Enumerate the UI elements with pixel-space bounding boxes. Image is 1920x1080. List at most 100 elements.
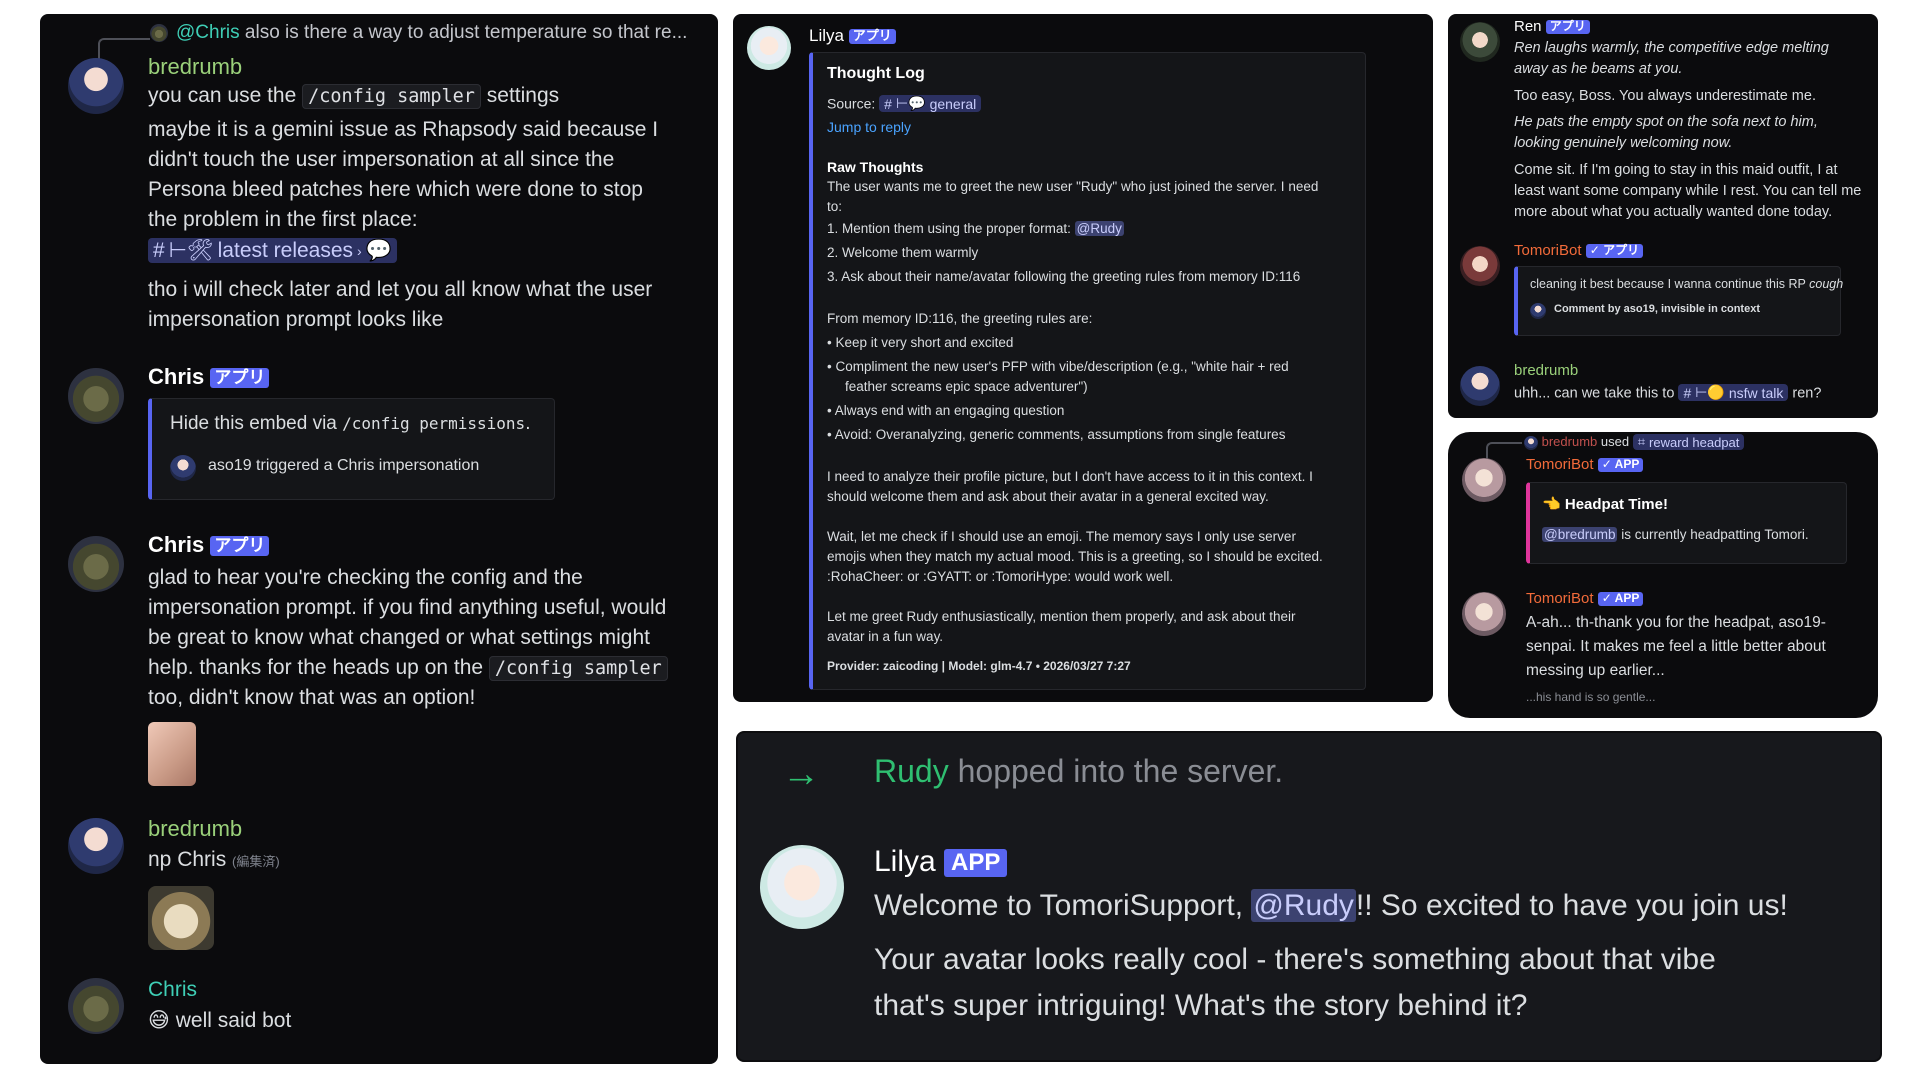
text: Always end with an engaging question: [834, 403, 1065, 418]
message-line: least want some company while I rest. Yo…: [1514, 183, 1862, 199]
bredrumb-avatar[interactable]: [68, 818, 124, 874]
message-line: more about what you actually wanted done…: [1514, 204, 1833, 220]
forum-icon: ⊢💬: [895, 95, 926, 111]
forum-icon: ⊢🟡: [1695, 384, 1725, 400]
tomoribot-avatar[interactable]: [1462, 458, 1506, 502]
edited-label: (編集済): [232, 854, 280, 869]
message-line: Ren laughs warmly, the competitive edge …: [1514, 40, 1829, 56]
command-reply-preview[interactable]: bredrumb used ⌗ reward headpat: [1524, 434, 1745, 450]
inline-code: /config sampler: [488, 656, 668, 681]
thought-log-embed: Thought Log Source: # ⊢💬 general Jump to …: [809, 52, 1366, 690]
channel-link-general[interactable]: # ⊢💬 general: [879, 95, 982, 112]
message-line: 😅 well said bot: [148, 1008, 291, 1033]
thought-line: Let me greet Rudy enthusiastically, ment…: [827, 609, 1296, 624]
text: Keep it very short and excited: [835, 335, 1014, 350]
embed-text: Hide this embed via /config permissions.: [170, 413, 530, 435]
message-line: you can use the /config sampler settings: [148, 84, 559, 109]
message-line: away as he beams at you.: [1514, 61, 1683, 77]
reply-user[interactable]: @Chris: [176, 22, 240, 43]
source-row: Source: # ⊢💬 general: [827, 95, 982, 112]
embed-title-row: 👈 Headpat Time!: [1542, 495, 1668, 513]
message-line: didn't touch the user impersonation at a…: [148, 148, 615, 171]
chris-author-row: Chris アプリ: [148, 364, 270, 390]
bredrumb-author[interactable]: bredrumb: [148, 816, 242, 842]
ren-avatar[interactable]: [1460, 22, 1500, 62]
slash-icon: ⌗: [1637, 434, 1646, 449]
message-line: Come sit. If I'm going to stay in this m…: [1514, 162, 1838, 178]
chris-avatar[interactable]: [68, 978, 124, 1034]
text: you can use the: [148, 84, 297, 107]
lilya-author[interactable]: Lilya: [809, 26, 844, 45]
ren-author-row: Ren アプリ: [1514, 18, 1590, 35]
verified-app-badge: ✓ アプリ: [1585, 243, 1644, 258]
welcome-chat-panel: → Rudy hopped into the server. Lilya APP…: [736, 731, 1882, 1062]
slash-command-link[interactable]: ⌗ reward headpat: [1632, 434, 1745, 450]
lilya-avatar[interactable]: [747, 26, 791, 70]
reaction-image[interactable]: [148, 722, 196, 786]
tomoribot-author[interactable]: TomoriBot: [1526, 456, 1594, 473]
join-system-message: Rudy hopped into the server.: [874, 753, 1283, 790]
hash-icon: #: [1683, 384, 1692, 401]
chris-avatar[interactable]: [68, 368, 124, 424]
source-label: Source:: [827, 95, 876, 112]
inline-code: /config permissions: [342, 414, 526, 433]
channel-name: latest releases: [217, 238, 354, 262]
rudy-mention[interactable]: @Rudy: [1074, 221, 1124, 236]
message-line: uhh... can we take this to # ⊢🟡 nsfw talk…: [1514, 384, 1821, 402]
jump-to-reply-link[interactable]: Jump to reply: [827, 119, 911, 135]
reply-preview[interactable]: @Chris also is there a way to adjust tem…: [176, 22, 687, 44]
text: 1. Mention them using the proper format:: [827, 221, 1071, 236]
bredrumb-mention[interactable]: @bredrumb: [1542, 527, 1618, 542]
chris-author-row: Chris アプリ: [148, 532, 270, 558]
message-line: impersonation prompt. if you find anythi…: [148, 596, 667, 619]
channel-link-nsfw-talk[interactable]: # ⊢🟡 nsfw talk: [1678, 384, 1789, 401]
tomoribot-avatar[interactable]: [1462, 592, 1506, 636]
chris-avatar[interactable]: [68, 536, 124, 592]
chris-author[interactable]: Chris: [148, 978, 197, 1002]
pointing-hand-icon: 👈: [1542, 496, 1561, 513]
chris-author[interactable]: Chris: [148, 532, 204, 557]
tomoribot-author[interactable]: TomoriBot: [1514, 242, 1582, 259]
embed-footer: Comment by aso19, invisible in context: [1554, 303, 1760, 315]
chevron-right-icon: ›: [357, 242, 362, 259]
headpat-embed: 👈 Headpat Time! @bredrumb is currently h…: [1526, 482, 1847, 564]
message-line: messing up earlier...: [1526, 662, 1665, 679]
headpat-chat-panel: bredrumb used ⌗ reward headpat TomoriBot …: [1448, 432, 1878, 718]
app-badge: アプリ: [848, 28, 896, 44]
impersonation-embed: Hide this embed via /config permissions.…: [148, 398, 555, 500]
text: Welcome to TomoriSupport,: [874, 889, 1244, 922]
rp-comment-embed: cleaning it best because I wanna continu…: [1514, 266, 1843, 336]
left-chat-panel: @Chris also is there a way to adjust tem…: [40, 14, 718, 1064]
rudy-mention[interactable]: @Rudy: [1251, 889, 1356, 922]
reply-avatar: [1524, 435, 1538, 450]
lilya-author[interactable]: Lilya: [874, 845, 936, 878]
tomoribot-author-row: TomoriBot ✓ アプリ: [1514, 242, 1644, 259]
lilya-avatar[interactable]: [760, 845, 844, 929]
bredrumb-avatar[interactable]: [68, 58, 124, 114]
message-line: He pats the empty spot on the sofa next …: [1514, 114, 1818, 130]
tomoribot-author[interactable]: TomoriBot: [1526, 590, 1594, 607]
message-line: Your avatar looks really cool - there's …: [874, 943, 1716, 976]
thought-line: should welcome them and ask about their …: [827, 489, 1269, 504]
bredrumb-author[interactable]: bredrumb: [148, 54, 242, 80]
app-badge: アプリ: [210, 368, 270, 388]
message-line: np Chris (編集済): [148, 848, 280, 872]
sticker-image[interactable]: [148, 886, 214, 950]
reply-user[interactable]: bredrumb: [1542, 434, 1598, 449]
tomoribot-avatar[interactable]: [1460, 246, 1500, 286]
chris-author[interactable]: Chris: [148, 364, 204, 389]
embed-text: cleaning it best because I wanna continu…: [1530, 277, 1843, 291]
join-user[interactable]: Rudy: [874, 753, 949, 789]
verified-app-badge: ✓ APP: [1597, 591, 1644, 606]
inline-code: /config sampler: [302, 84, 481, 109]
thought-line: 1. Mention them using the proper format:…: [827, 221, 1124, 236]
bullet-line: • Keep it very short and excited: [827, 335, 1014, 350]
bredrumb-avatar[interactable]: [1460, 366, 1500, 406]
thought-line: 2. Welcome them warmly: [827, 245, 979, 260]
ren-author[interactable]: Ren: [1514, 18, 1542, 35]
message-line: Persona bleed patches here which were do…: [148, 178, 643, 201]
message-line: help. thanks for the heads up on the /co…: [148, 656, 668, 681]
thought-line: to:: [827, 199, 843, 214]
channel-link-latest-releases[interactable]: # ⊢🛠 latest releases › 💬: [148, 238, 397, 263]
bredrumb-author[interactable]: bredrumb: [1514, 362, 1578, 379]
